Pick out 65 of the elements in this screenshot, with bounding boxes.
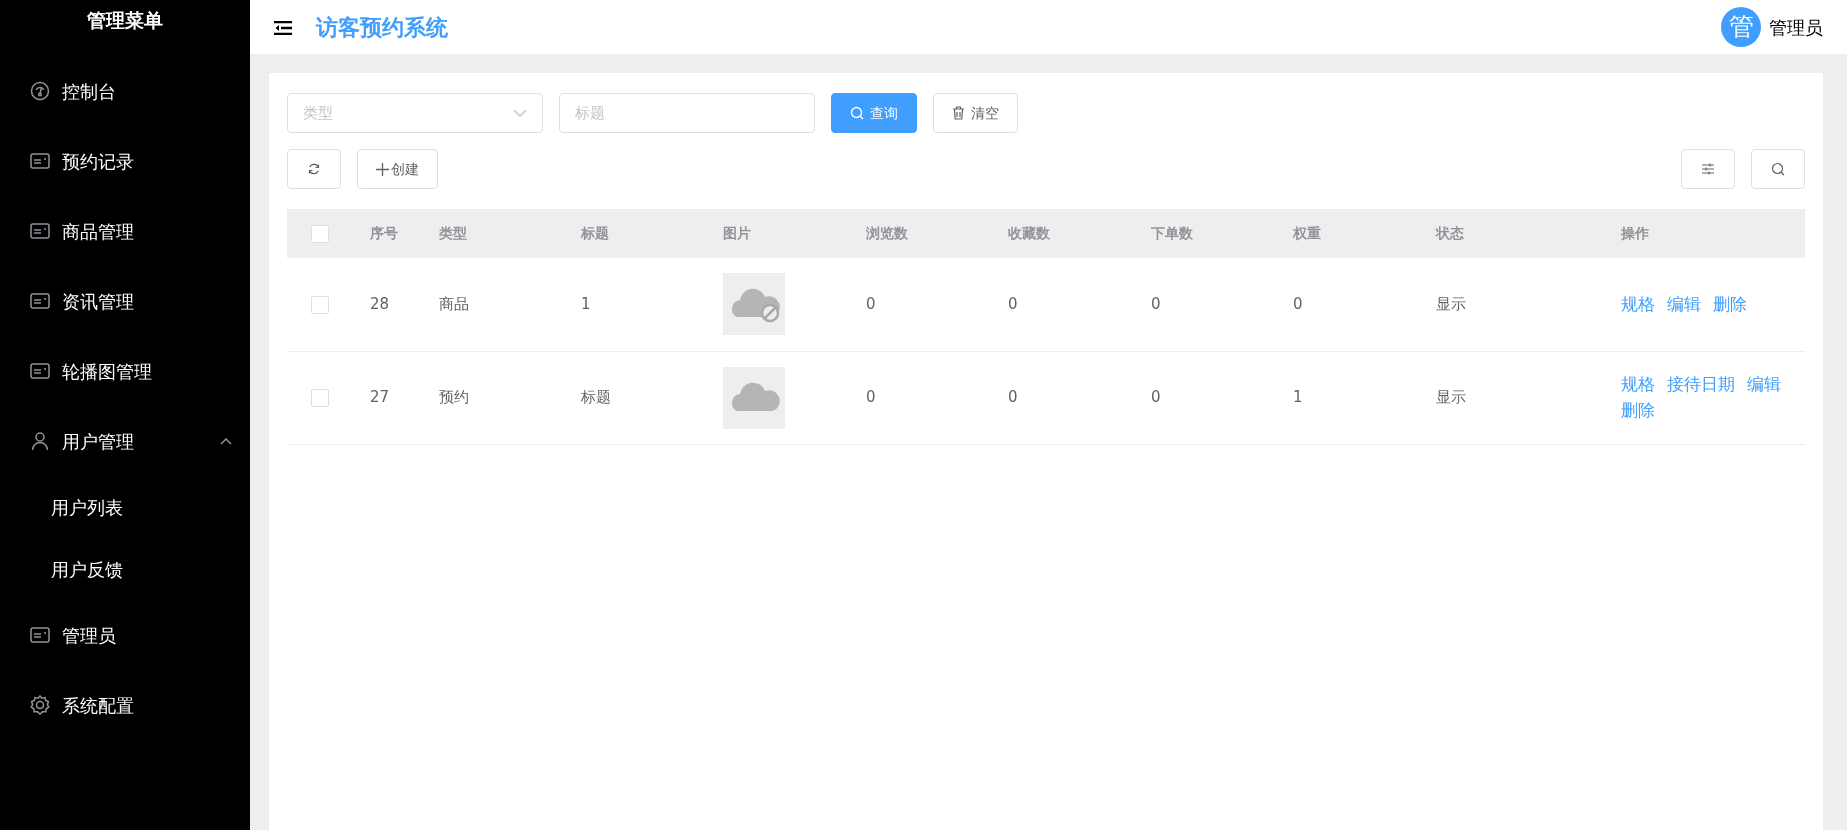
search-button[interactable]	[1751, 149, 1805, 189]
chevron-down-icon	[513, 109, 527, 117]
table-cell: 显示	[1436, 295, 1466, 313]
plus-icon	[376, 162, 389, 176]
create-button[interactable]: 创建	[357, 149, 438, 189]
sidebar-subitem[interactable]: 用户反馈	[0, 538, 250, 600]
table-cell: 0	[1008, 388, 1018, 407]
card-icon	[30, 153, 50, 169]
column-header: 操作	[1621, 225, 1649, 241]
column-header: 序号	[370, 225, 398, 241]
chevron-icon	[220, 437, 232, 445]
user-icon	[30, 431, 50, 451]
sidebar-item[interactable]: 控制台	[0, 56, 250, 126]
settings-icon	[30, 695, 50, 715]
table-cell: 0	[866, 388, 876, 407]
trash-icon	[952, 106, 965, 120]
user-name: 管理员	[1769, 15, 1823, 40]
row-checkbox[interactable]	[311, 388, 329, 407]
sliders-icon	[1701, 163, 1715, 175]
card-icon	[30, 627, 50, 643]
app-title: 访客预约系统	[316, 13, 448, 42]
table-cell: 0	[1151, 388, 1161, 407]
table-cell: 预约	[439, 388, 469, 407]
sidebar-item[interactable]: 管理员	[0, 600, 250, 670]
column-header: 浏览数	[866, 225, 908, 241]
sidebar-subitem[interactable]: 用户列表	[0, 476, 250, 538]
filter-button[interactable]	[1681, 149, 1735, 189]
table-cell: 27	[370, 388, 390, 407]
sidebar-item[interactable]: 用户管理	[0, 406, 250, 476]
sidebar-item[interactable]: 预约记录	[0, 126, 250, 196]
sidebar-item[interactable]: 资讯管理	[0, 266, 250, 336]
title-input[interactable]: 标题	[560, 94, 814, 132]
search-icon	[850, 106, 864, 120]
table-cell: 显示	[1436, 388, 1466, 407]
card-icon	[30, 223, 50, 239]
sidebar-item[interactable]: 商品管理	[0, 196, 250, 266]
table-cell: 0	[1151, 295, 1161, 313]
gauge-icon	[30, 81, 50, 101]
table-cell: 28	[370, 295, 390, 313]
card-icon	[30, 363, 50, 379]
clear-button[interactable]: 清空	[933, 93, 1018, 133]
column-header: 下单数	[1151, 225, 1193, 241]
column-header: 权重	[1293, 225, 1321, 241]
table-cell: 商品	[439, 295, 469, 313]
search-icon	[1771, 162, 1785, 176]
column-header: 图片	[723, 225, 751, 241]
column-header: 标题	[581, 225, 609, 241]
avatar: 管	[1721, 7, 1761, 47]
card-icon	[30, 293, 50, 309]
row-checkbox[interactable]	[311, 295, 329, 314]
column-header: 收藏数	[1008, 225, 1050, 241]
table-cell: 0	[866, 295, 876, 313]
sidebar-item[interactable]: 系统配置	[0, 670, 250, 740]
table-cell: 标题	[581, 388, 611, 407]
table-cell: 1	[581, 295, 591, 313]
table-cell: 1	[1293, 388, 1303, 407]
sidebar-item[interactable]: 轮播图管理	[0, 336, 250, 406]
table-cell: 0	[1008, 295, 1018, 313]
table-cell: 0	[1293, 295, 1303, 313]
menu-title: 管理菜单	[86, 8, 164, 33]
column-header: 类型	[439, 225, 467, 241]
column-header: 状态	[1436, 225, 1464, 241]
refresh-icon	[308, 163, 320, 175]
select-all-checkbox[interactable]	[311, 225, 329, 243]
refresh-button[interactable]	[287, 149, 341, 189]
